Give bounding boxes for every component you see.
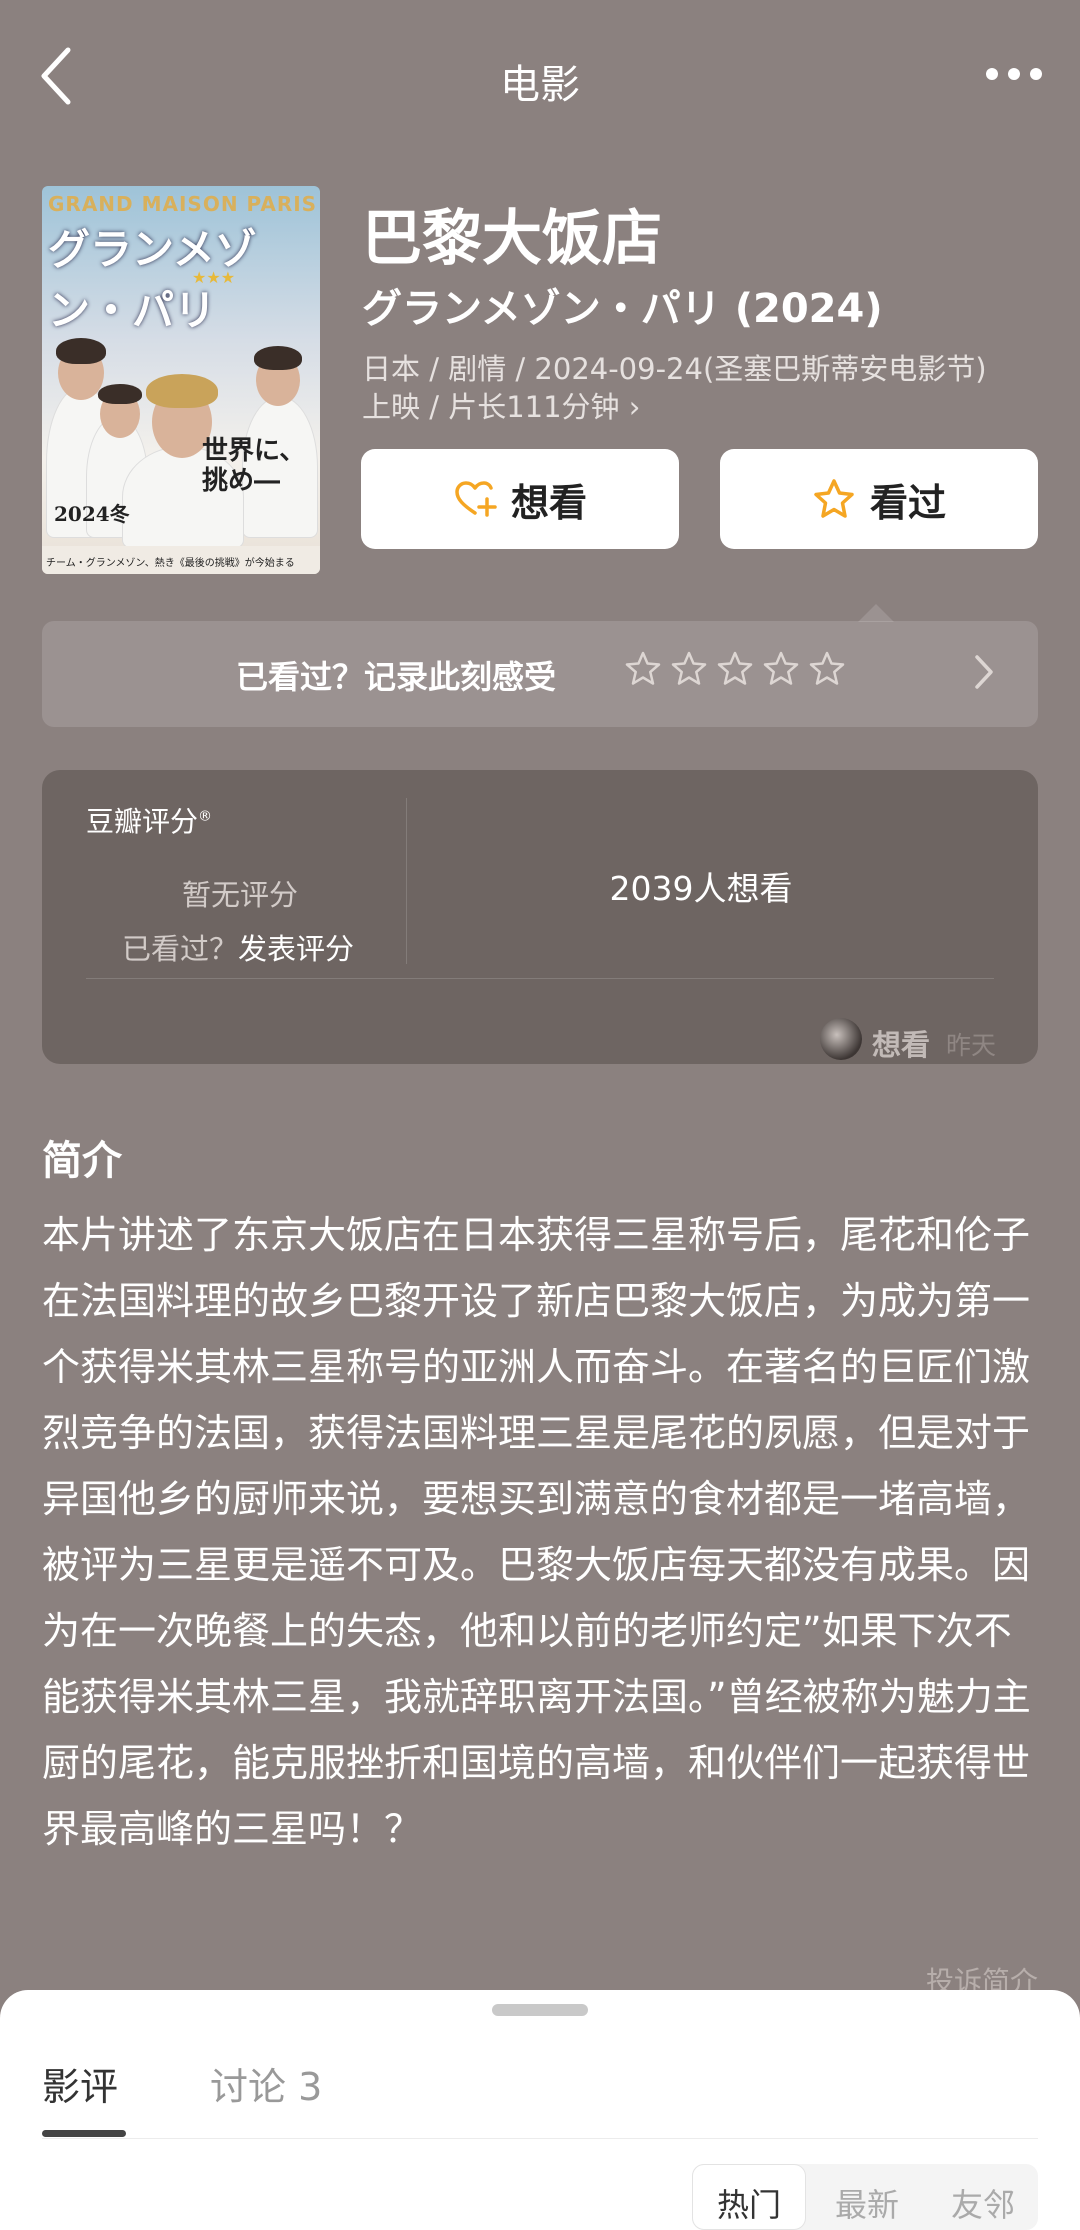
recent-time: 昨天 bbox=[946, 1031, 997, 1060]
avatar[interactable] bbox=[820, 1018, 862, 1060]
empty-star-icon[interactable] bbox=[670, 650, 708, 688]
page-title: 电影 bbox=[500, 62, 580, 108]
empty-star-icon[interactable] bbox=[716, 650, 754, 688]
poster-bottom-text: チーム・グランメゾン、熱き《最後の挑戦》が今始まる bbox=[42, 546, 320, 574]
rate-link-row[interactable]: 已看过？发表评分 bbox=[122, 926, 354, 968]
chevron-right-icon[interactable] bbox=[974, 654, 994, 690]
poster-tagline: 世界に、 挑め― bbox=[202, 436, 306, 496]
empty-star-icon[interactable] bbox=[624, 650, 662, 688]
sheet-drag-handle[interactable] bbox=[492, 2004, 588, 2016]
synopsis-title: 简介 bbox=[42, 1138, 122, 1184]
movie-original-title: グランメゾン・パリ (2024) bbox=[362, 286, 883, 332]
douban-score-label: 豆瓣评分® bbox=[86, 805, 213, 838]
seen-button[interactable]: 看过 bbox=[720, 449, 1038, 549]
tab-reviews[interactable]: 影评 bbox=[42, 2056, 118, 2111]
want-button[interactable]: 想看 bbox=[361, 449, 679, 549]
movie-title: 巴黎大饭店 bbox=[362, 204, 662, 274]
movie-meta[interactable]: 日本 / 剧情 / 2024-09-24(圣塞巴斯蒂安电影节) 上映 / 片长1… bbox=[362, 350, 1042, 426]
movie-meta-line2: 上映 / 片长111分钟 › bbox=[362, 390, 641, 424]
poster-title-text: グランメゾン・パリ bbox=[48, 225, 257, 335]
rate-stars[interactable] bbox=[624, 650, 846, 688]
post-rating-link[interactable]: 发表评分 bbox=[238, 932, 354, 966]
sort-latest[interactable]: 最新 bbox=[810, 2180, 924, 2226]
recent-action: 想看 bbox=[872, 1028, 931, 1062]
heart-plus-icon bbox=[455, 481, 497, 517]
no-score-text: 暂无评分 bbox=[182, 878, 299, 912]
poster-year: 2024冬 bbox=[54, 502, 130, 526]
poster-top-text: GRAND MAISON PARIS bbox=[48, 192, 318, 216]
sort-hot[interactable]: 热门 bbox=[692, 2180, 806, 2226]
rate-bar-pointer bbox=[858, 604, 894, 622]
seen-label: 看过 bbox=[869, 480, 946, 525]
want-label: 想看 bbox=[510, 480, 587, 525]
tab-active-indicator bbox=[42, 2130, 126, 2137]
sort-friends[interactable]: 友邻 bbox=[928, 2180, 1038, 2226]
rate-prompt-text: 已看过？记录此刻感受 bbox=[236, 658, 557, 696]
star-icon bbox=[814, 479, 854, 518]
tab-discussions[interactable]: 讨论 3 bbox=[210, 2056, 322, 2111]
want-count[interactable]: 2039人想看 bbox=[406, 862, 996, 910]
poster-stars: ★★★ bbox=[192, 268, 236, 287]
empty-star-icon[interactable] bbox=[762, 650, 800, 688]
score-divider-horizontal bbox=[86, 978, 994, 979]
empty-star-icon[interactable] bbox=[808, 650, 846, 688]
tab-divider bbox=[42, 2138, 1038, 2139]
movie-poster[interactable]: GRAND MAISON PARIS グランメゾン・パリ ★★★ 世界に、 挑め… bbox=[42, 186, 320, 574]
synopsis-body: 本片讲述了东京大饭店在日本获得三星称号后，尾花和伦子在法国料理的故乡巴黎开设了新… bbox=[42, 1213, 1031, 1851]
movie-meta-line1: 日本 / 剧情 / 2024-09-24(圣塞巴斯蒂安电影节) bbox=[362, 352, 987, 386]
more-options-icon[interactable] bbox=[978, 62, 1042, 86]
